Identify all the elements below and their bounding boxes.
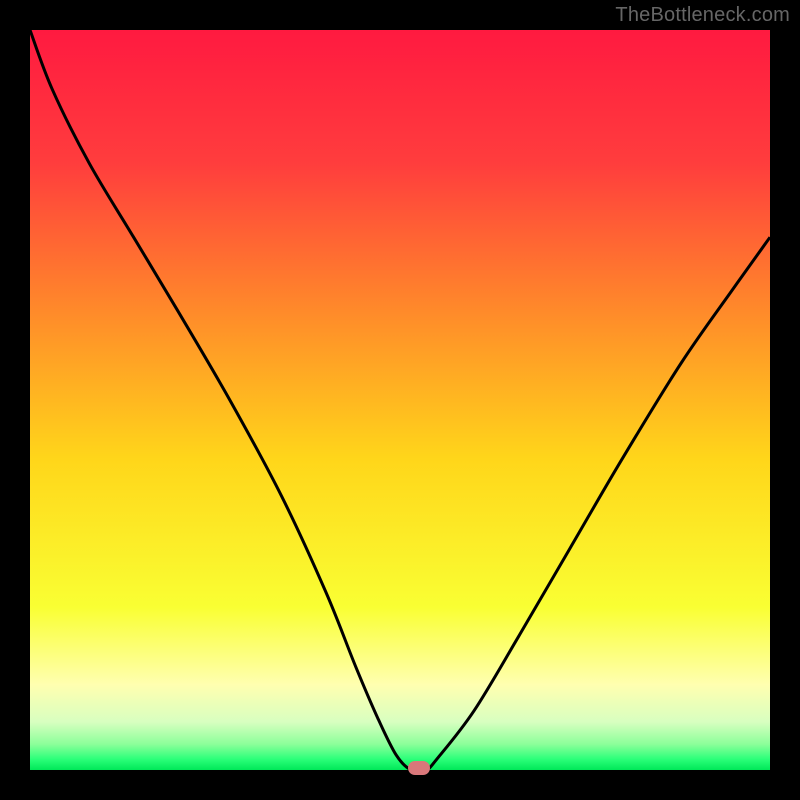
plot-area	[30, 30, 770, 770]
optimum-marker	[408, 761, 430, 775]
chart-stage: TheBottleneck.com	[0, 0, 800, 800]
plot-svg	[30, 30, 770, 770]
attribution-label: TheBottleneck.com	[615, 4, 790, 27]
